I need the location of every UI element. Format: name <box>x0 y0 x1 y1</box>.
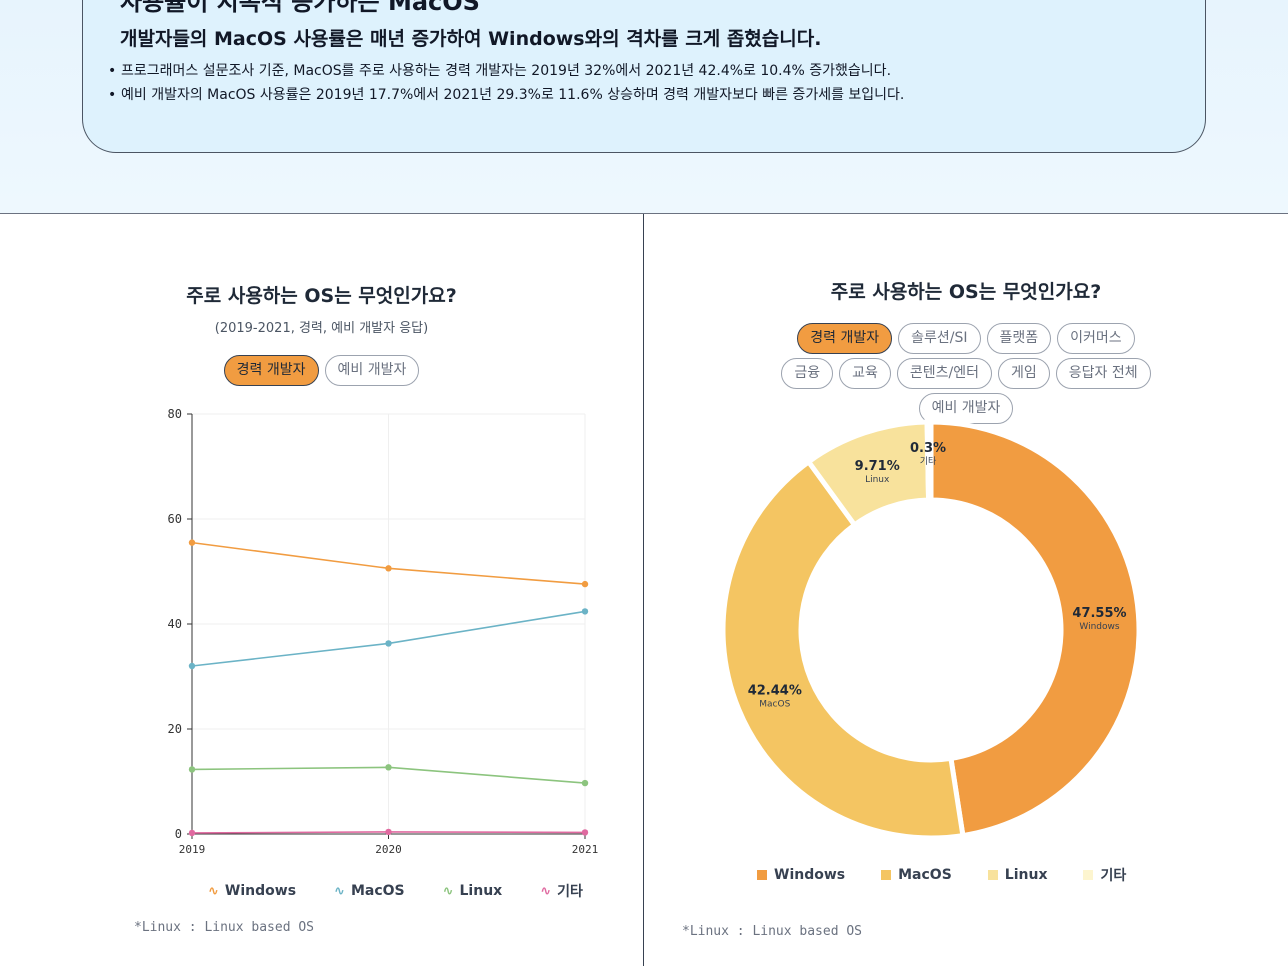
filter-pill[interactable]: 게임 <box>998 358 1050 389</box>
legend-item-Windows[interactable]: ∿ Windows <box>208 881 296 901</box>
data-point-Windows[interactable] <box>188 539 196 546</box>
donut-chart-legend: Windows MacOS Linux 기타 <box>757 865 1162 885</box>
slice-percent-label: 42.44% <box>748 683 802 698</box>
filter-pill[interactable]: 이커머스 <box>1057 323 1135 354</box>
callout-bullet: 프로그래머스 설문조사 기준, MacOS를 주로 사용하는 경력 개발자는 2… <box>108 59 904 83</box>
data-point-Windows[interactable] <box>385 565 392 572</box>
filter-pill[interactable]: 교육 <box>839 358 891 389</box>
industry-filter-group: 경력 개발자 솔루션/SI 플랫폼 이커머스 금융 교육 콘텐츠/엔터 게임 응답자 전체 예비 … <box>644 323 1288 424</box>
legend-label: Windows <box>224 883 297 899</box>
legend-item-Linux[interactable]: ∿ Linux <box>443 881 503 901</box>
legend-label: 기타 <box>557 884 583 900</box>
slice-name-label: 기타 <box>920 456 937 467</box>
data-point-MacOS[interactable] <box>581 608 589 615</box>
slice-percent-label: 47.55% <box>1072 606 1126 621</box>
legend-line-icon: ∿ <box>334 883 345 899</box>
y-tick-label: 60 <box>168 512 182 526</box>
legend-swatch <box>757 870 767 880</box>
filter-pill[interactable]: 플랫폼 <box>986 323 1052 354</box>
callout-bullets: 프로그래머스 설문조사 기준, MacOS를 주로 사용하는 경력 개발자는 2… <box>108 59 904 107</box>
summary-section: 사용률이 지속적 증가하는 MacOS 개발자들의 MacOS 사용률은 매년 … <box>0 0 1288 214</box>
line-chart-title: 주로 사용하는 OS는 무엇인가요? <box>186 285 457 307</box>
y-tick-label: 80 <box>168 407 182 421</box>
callout-headline: 개발자들의 MacOS 사용률은 매년 증가하여 Windows와의 격차를 크… <box>120 28 822 50</box>
legend-item-MacOS[interactable]: MacOS <box>881 865 952 885</box>
legend-item-Linux[interactable]: Linux <box>987 865 1048 885</box>
legend-item-MacOS[interactable]: ∿ MacOS <box>334 881 405 901</box>
x-tick-label: 2021 <box>572 843 599 856</box>
filter-pill[interactable]: 경력 개발자 <box>797 323 893 354</box>
slice-name-label: Windows <box>1079 622 1119 632</box>
x-tick-label: 2019 <box>179 843 206 856</box>
data-point-MacOS[interactable] <box>385 640 392 647</box>
legend-label: Windows <box>774 867 846 883</box>
legend-label: Linux <box>459 883 503 899</box>
callout-bullet: 예비 개발자의 MacOS 사용률은 2019년 17.7%에서 2021년 2… <box>108 83 904 107</box>
legend-item-기타[interactable]: 기타 <box>1083 865 1126 885</box>
legend-swatch <box>1083 870 1094 880</box>
y-tick-label: 40 <box>168 617 182 631</box>
legend-item-기타[interactable]: ∿ 기타 <box>540 881 583 901</box>
data-point-Linux[interactable] <box>188 766 196 773</box>
legend-swatch <box>987 870 998 880</box>
linux-footnote: *Linux : Linux based OS <box>682 924 863 939</box>
slice-name-label: Linux <box>865 475 890 485</box>
donut-chart-panel: 주로 사용하는 OS는 무엇인가요? 경력 개발자 솔루션/SI 플랫폼 이커머스금융… <box>644 215 1288 966</box>
donut-chart-title: 주로 사용하는 OS는 무엇인가요? <box>830 281 1102 303</box>
legend-label: Linux <box>1004 867 1048 883</box>
legend-label: 기타 <box>1100 868 1127 884</box>
filter-pill[interactable]: 금융 <box>781 358 834 389</box>
data-point-기타[interactable] <box>385 828 392 836</box>
data-point-기타[interactable] <box>188 829 196 837</box>
line-chart-legend: ∿ Windows ∿ MacOS ∿ Linux ∿ 기타 <box>208 881 583 901</box>
tab-aspiring-developers[interactable]: 예비 개발자 <box>324 355 420 386</box>
data-point-MacOS[interactable] <box>188 662 196 670</box>
donut-chart: 47.55%Windows 42.44%MacOS 9.71%Linux 0.3%기타 <box>720 419 1142 841</box>
respondent-tabs: 경력 개발자 예비 개발자 <box>0 355 643 386</box>
callout-title: 사용률이 지속적 증가하는 MacOS <box>120 0 480 16</box>
slice-name-label: MacOS <box>759 699 790 709</box>
legend-label: MacOS <box>350 883 405 899</box>
legend-label: MacOS <box>898 867 952 883</box>
filter-pill[interactable]: 응답자 전체 <box>1055 358 1151 389</box>
y-tick-label: 20 <box>168 722 182 736</box>
filter-pill[interactable]: 콘텐츠/엔터 <box>896 358 993 389</box>
tab-experienced-developers[interactable]: 경력 개발자 <box>223 355 319 386</box>
legend-item-Windows[interactable]: Windows <box>757 865 845 885</box>
slice-percent-label: 0.3% <box>910 441 946 456</box>
legend-swatch <box>881 870 892 880</box>
filter-pill[interactable]: 솔루션/SI <box>898 323 981 354</box>
x-tick-label: 2020 <box>375 843 402 856</box>
legend-line-icon: ∿ <box>442 883 454 899</box>
y-tick-label: 0 <box>175 827 182 841</box>
legend-line-icon: ∿ <box>540 883 552 899</box>
donut-slice-MacOS[interactable] <box>720 458 966 841</box>
line-chart-subtitle: (2019-2021, 경력, 예비 개발자 응답) <box>214 321 429 336</box>
summary-callout: 사용률이 지속적 증가하는 MacOS 개발자들의 MacOS 사용률은 매년 … <box>82 0 1206 153</box>
line-chart-panel: 주로 사용하는 OS는 무엇인가요? (2019-2021, 경력, 예비 개발… <box>0 215 643 966</box>
linux-footnote: *Linux : Linux based OS <box>134 920 315 935</box>
data-point-Linux[interactable] <box>385 764 392 771</box>
legend-line-icon: ∿ <box>208 883 219 899</box>
data-point-Windows[interactable] <box>581 580 589 588</box>
data-point-Linux[interactable] <box>581 779 589 787</box>
data-point-기타[interactable] <box>581 829 589 836</box>
slice-percent-label: 9.71% <box>855 459 900 474</box>
line-chart: 0 20 40 60 80 2019 2020 2021 <box>168 407 599 856</box>
